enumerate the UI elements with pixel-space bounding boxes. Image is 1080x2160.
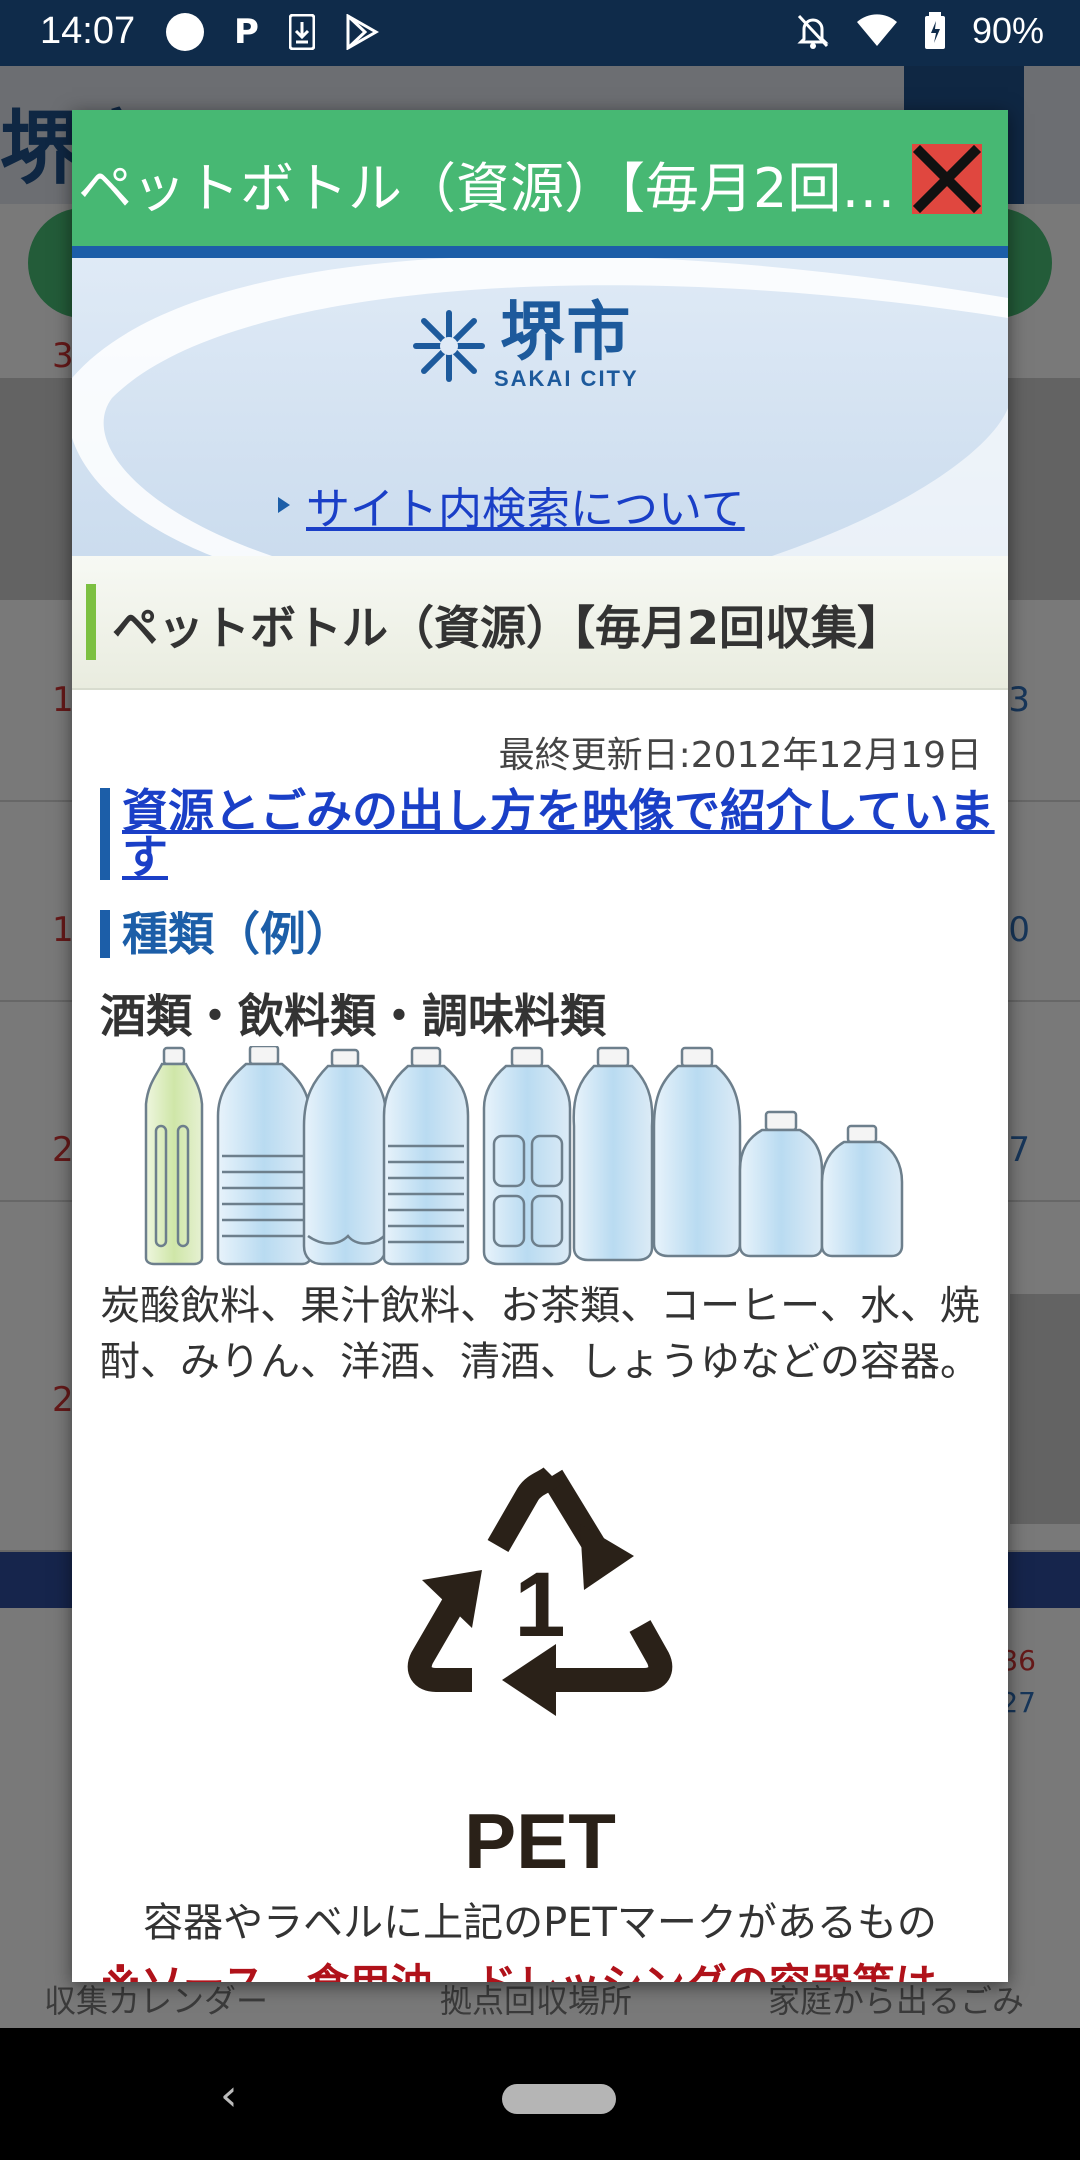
battery-icon [924, 12, 945, 49]
parking-icon: P [234, 12, 259, 52]
battery-percent: 90% [971, 10, 1044, 51]
dialog-blue-rule [72, 246, 1008, 258]
triangle-bullet-icon [278, 497, 290, 513]
circle-icon [166, 13, 204, 51]
download-icon [288, 14, 315, 50]
last-updated: 最終更新日:2012年12月19日 [498, 735, 982, 776]
container-description: 炭酸飲料、果汁飲料、お茶類、コーヒー、水、焼酎、みりん、洋酒、清酒、しょうゆなど… [100, 1283, 980, 1385]
dialog-titlebar: ペットボトル（資源）【毎月2回収集】 [72, 110, 1008, 246]
page-heading: ペットボトル（資源）【毎月2回収集】 [112, 601, 904, 655]
close-icon[interactable] [912, 144, 982, 214]
back-icon[interactable]: ‹ [220, 2070, 238, 2121]
video-guide-link[interactable]: 資源とごみの出し方を映像で紹介しています [122, 784, 995, 884]
pet-mark-note: 容器やラベルに上記のPETマークがあるもの [143, 1900, 937, 1946]
detail-dialog: ペットボトル（資源）【毎月2回収集】 堺市 SAKAI C [72, 110, 1008, 1982]
logo-kanji: 堺市 [500, 296, 633, 370]
play-store-icon [346, 14, 379, 50]
dialog-title: ペットボトル（資源）【毎月2回収集】 [78, 157, 898, 220]
status-time: 14:07 [40, 10, 136, 52]
page-heading-bar: ペットボトル（資源）【毎月2回収集】 [72, 556, 1008, 690]
notification-icons: P [166, 12, 379, 52]
wifi-icon [856, 14, 897, 46]
system-status: 90% [796, 10, 1044, 52]
heading-accent [86, 584, 96, 660]
kinds-heading-block: 種類（例） [100, 910, 352, 958]
category-heading: 酒類・飲料類・調味料類 [100, 989, 606, 1043]
pet-symbol-label: PET [464, 1797, 616, 1878]
pet-symbol-number: 1 [514, 1554, 565, 1656]
search-link-row: サイト内検索について [278, 473, 745, 537]
system-nav-bar: ‹ [0, 2028, 1080, 2160]
sakai-logo: 堺市 SAKAI CITY [412, 300, 639, 392]
pet-bottles-illustration [144, 1046, 904, 1266]
video-link-block: 資源とごみの出し方を映像で紹介しています [100, 788, 1002, 880]
pet-recycling-symbol-icon: 1 PET [407, 1466, 673, 1878]
home-pill-button[interactable] [502, 2084, 616, 2114]
sakai-emblem-icon [413, 310, 485, 382]
bell-off-icon [797, 14, 829, 49]
logo-subtitle: SAKAI CITY [494, 366, 639, 391]
site-search-link[interactable]: サイト内検索について [306, 473, 745, 537]
site-banner: 堺市 SAKAI CITY サイト内検索について [72, 258, 1008, 556]
kinds-heading: 種類（例） [122, 907, 352, 961]
warning-note: ※ソース、食用油、ドレッシングの容器等は「生活ごみ」へ。 [100, 1958, 990, 1982]
status-bar: 14:07 P 90% [0, 0, 1080, 66]
